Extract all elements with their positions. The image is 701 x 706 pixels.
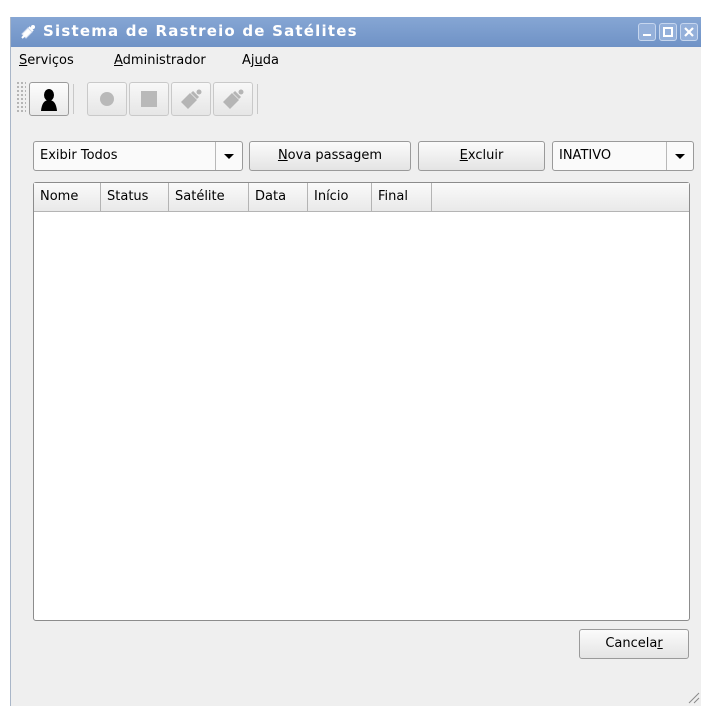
filter-select-value: Exibir Todos bbox=[40, 148, 118, 163]
filter-select[interactable]: Exibir Todos bbox=[33, 141, 243, 171]
column-header-status[interactable]: Status bbox=[101, 183, 169, 211]
close-button[interactable] bbox=[680, 23, 698, 41]
new-pass-button[interactable]: Nova passagem bbox=[249, 141, 411, 171]
minimize-button[interactable] bbox=[638, 23, 656, 41]
status-select-value: INATIVO bbox=[559, 148, 612, 163]
menu-ajuda-label-rest: da bbox=[262, 53, 279, 68]
menu-ajuda[interactable]: Ajuda bbox=[242, 53, 279, 68]
column-header-nome[interactable]: Nome bbox=[34, 183, 101, 211]
toolbar-record-button[interactable] bbox=[87, 82, 127, 116]
delete-mnemonic: E bbox=[459, 148, 468, 163]
menu-administrador-mnemonic: A bbox=[114, 53, 123, 68]
cancel-mnemonic: r bbox=[657, 636, 663, 651]
record-icon bbox=[100, 92, 114, 106]
menu-ajuda-mnemonic: u bbox=[254, 53, 263, 68]
toolbar-satellite-button-2[interactable] bbox=[213, 82, 253, 116]
satellite-app-icon bbox=[21, 25, 35, 39]
menu-servicos-label-rest: erviços bbox=[27, 53, 74, 68]
menu-administrador-label-rest: dministrador bbox=[122, 53, 206, 68]
menu-ajuda-label-pre: Aj bbox=[242, 53, 255, 68]
satellite-dish-icon bbox=[223, 89, 244, 109]
delete-label-post: xcluir bbox=[467, 148, 504, 163]
chevron-down-icon bbox=[675, 154, 685, 159]
main-window: Sistema de Rastreio de Satélites Serviço… bbox=[10, 17, 701, 706]
table-header: Nome Status Satélite Data Início Final bbox=[34, 183, 689, 212]
toolbar-separator bbox=[73, 84, 74, 114]
status-select-arrow[interactable] bbox=[666, 142, 693, 170]
chevron-down-icon bbox=[224, 154, 234, 159]
status-select[interactable]: INATIVO bbox=[552, 141, 694, 171]
toolbar-grip[interactable] bbox=[16, 81, 26, 113]
menu-bar: Serviços Administrador Ajuda bbox=[11, 47, 701, 73]
resize-grip-icon[interactable] bbox=[686, 690, 700, 704]
new-pass-mnemonic: N bbox=[277, 148, 288, 163]
column-header-satelite[interactable]: Satélite bbox=[169, 183, 249, 211]
column-header-final[interactable]: Final bbox=[372, 183, 432, 211]
window-title: Sistema de Rastreio de Satélites bbox=[43, 22, 358, 40]
menu-servicos[interactable]: Serviços bbox=[19, 53, 74, 68]
toolbar-user-button[interactable] bbox=[29, 82, 69, 116]
cancel-button[interactable]: Cancelar bbox=[579, 629, 689, 659]
satellite-dish-icon bbox=[181, 89, 202, 109]
passes-table[interactable]: Nome Status Satélite Data Início Final bbox=[33, 182, 690, 621]
stop-icon bbox=[141, 91, 157, 107]
toolbar-separator-end bbox=[257, 84, 258, 114]
minimize-icon bbox=[643, 34, 651, 36]
column-header-inicio[interactable]: Início bbox=[308, 183, 372, 211]
close-icon bbox=[684, 27, 694, 37]
cancel-label-pre: Cancela bbox=[605, 636, 658, 651]
toolbar-satellite-button-1[interactable] bbox=[171, 82, 211, 116]
title-bar[interactable]: Sistema de Rastreio de Satélites bbox=[11, 17, 701, 47]
person-icon bbox=[41, 89, 57, 111]
toolbar-stop-button[interactable] bbox=[129, 82, 169, 116]
toolbar bbox=[11, 75, 701, 123]
maximize-icon bbox=[663, 27, 673, 37]
maximize-button[interactable] bbox=[659, 23, 677, 41]
delete-button[interactable]: Excluir bbox=[418, 141, 545, 171]
filter-select-arrow[interactable] bbox=[215, 142, 242, 170]
column-header-data[interactable]: Data bbox=[249, 183, 308, 211]
new-pass-label-post: ova passagem bbox=[287, 148, 383, 163]
menu-administrador[interactable]: Administrador bbox=[114, 53, 206, 68]
